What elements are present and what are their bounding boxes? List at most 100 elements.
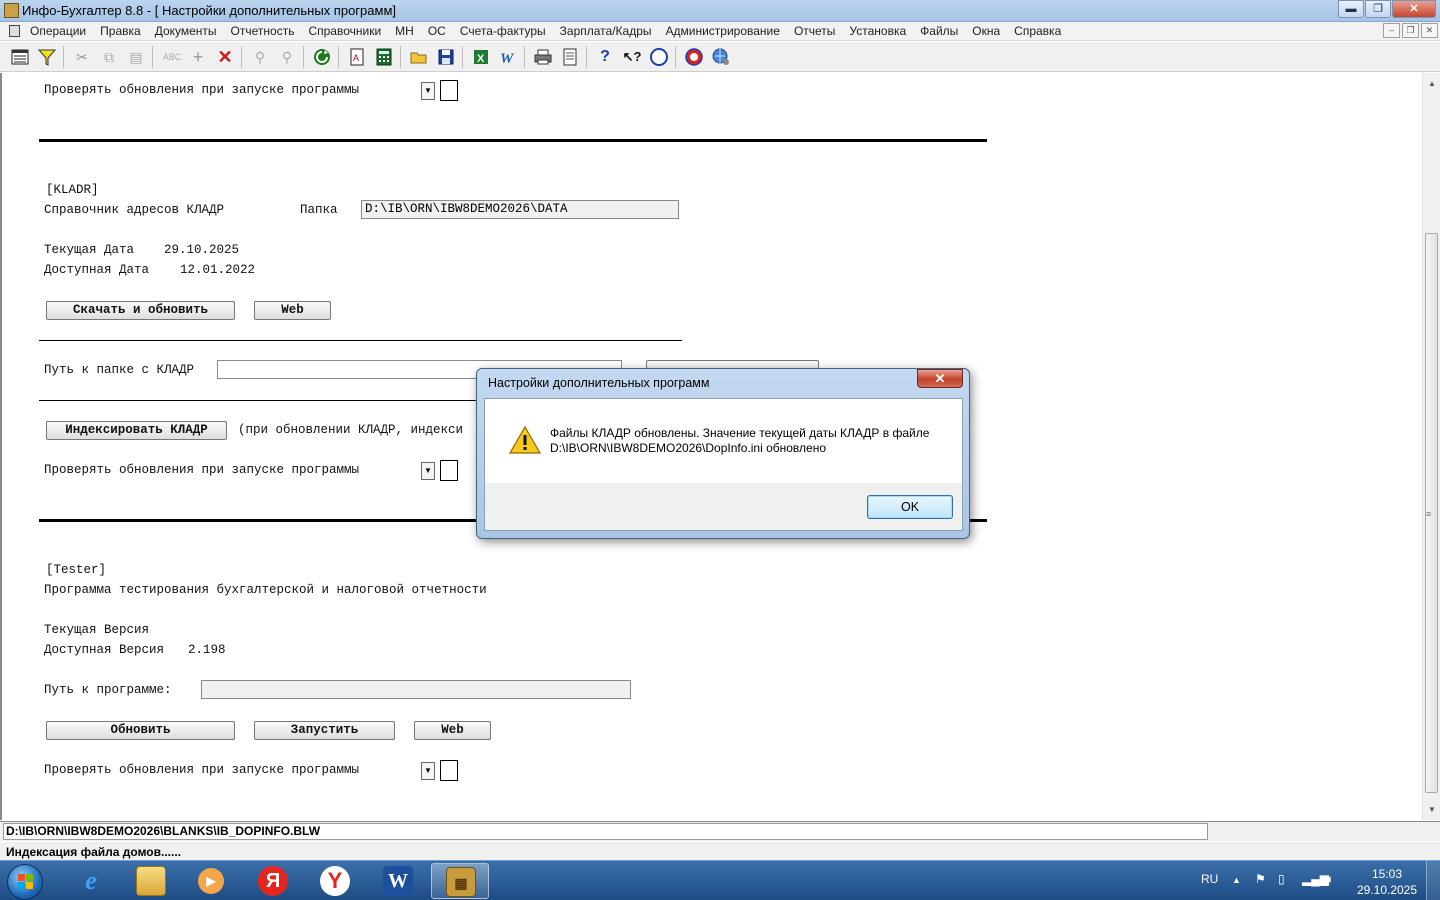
vertical-scrollbar[interactable]: ▲ ≡ ▼ [1422,73,1440,820]
paste-icon[interactable]: ▤ [126,47,146,67]
menu-invoices[interactable]: Счета-фактуры [460,24,546,38]
taskbar-media[interactable]: ▶ [182,863,240,899]
toolbar-separator [63,46,64,68]
tester-path-field[interactable] [201,680,631,699]
scroll-down-arrow-icon[interactable]: ▼ [1423,801,1440,818]
menu-edit[interactable]: Правка [100,24,141,38]
start-button[interactable] [7,864,43,900]
kladr-download-update-button[interactable]: Скачать и обновить [46,301,235,320]
toolbar-separator [524,46,525,68]
tester-check-dropdown[interactable]: ▼ [421,762,435,780]
toolbar-separator [400,46,401,68]
menu-windows[interactable]: Окна [972,24,1000,38]
maximize-button[interactable]: ❐ [1365,0,1391,18]
mdi-close-button[interactable]: ✕ [1421,23,1438,38]
cut-icon[interactable]: ✂ [72,47,92,67]
kladr-check-checkbox[interactable] [440,460,458,481]
network-signal-icon[interactable]: ▂▄▆ [1302,872,1329,886]
menu-reports[interactable]: Отчеты [794,24,835,38]
close-button[interactable]: ✕ [1392,0,1436,18]
kladr-index-button[interactable]: Индексировать КЛАДР [46,421,227,440]
globe-settings-icon[interactable] [711,47,731,67]
preview-icon[interactable] [560,47,580,67]
menu-setup[interactable]: Установка [849,24,906,38]
scroll-grip-icon: ≡ [1426,509,1432,519]
mdi-restore-button[interactable]: ❐ [1402,23,1419,38]
clock[interactable]: 15:03 29.10.2025 [1356,866,1418,898]
pin-multi-icon[interactable]: ⚲ [277,47,297,67]
refresh-icon[interactable] [312,47,332,67]
menu-reporting[interactable]: Отчетность [231,24,295,38]
add-icon[interactable]: + [188,47,208,67]
abc-icon[interactable]: ABC [162,47,182,67]
print-icon[interactable] [533,47,553,67]
menu-administration[interactable]: Администрирование [666,24,780,38]
abacus-icon: ▦ [446,867,476,897]
file-path-bar: D:\IB\ORN\IBW8DEMO2026\BLANKS\IB_DOPINFO… [0,821,1440,841]
kladr-index-note: (при обновлении КЛАДР, индекси [238,423,464,437]
menu-help[interactable]: Справка [1014,24,1061,38]
action-center-flag-icon[interactable]: ⚑ [1255,872,1266,886]
svg-text:X: X [477,53,485,65]
volume-icon[interactable]: 🔈︎ [1327,872,1334,887]
save-icon[interactable] [436,47,456,67]
tray-expand-icon[interactable]: ▲ [1232,875,1241,885]
word-icon[interactable]: W [498,47,518,67]
dialog-close-button[interactable]: ✕ [917,369,963,388]
taskbar-info-buhgalter[interactable]: ▦ [431,863,489,899]
toolbar-separator [241,46,242,68]
app-icon[interactable] [4,3,19,18]
taskbar-explorer[interactable] [122,863,180,899]
top-check-checkbox[interactable] [440,80,458,101]
show-desktop-button[interactable] [1426,861,1440,900]
kladr-current-date-label: Текущая Дата [44,243,135,257]
language-indicator[interactable]: RU [1201,872,1218,886]
filter-icon[interactable] [37,47,57,67]
excel-icon[interactable]: X [471,47,491,67]
tester-current-version-label: Текущая Версия [44,623,150,637]
context-help-icon[interactable]: ↖? [622,47,642,67]
ok-button[interactable]: OK [867,495,953,519]
tester-web-button[interactable]: Web [414,721,491,740]
kladr-folder-field[interactable]: D:\IB\ORN\IBW8DEMO2026\DATA [361,200,679,219]
toolbar-separator [586,46,587,68]
compass-icon[interactable] [649,47,669,67]
open-folder-icon[interactable] [409,47,429,67]
tester-check-label: Проверять обновления при запуске програм… [44,763,360,777]
document-system-icon[interactable] [9,25,20,37]
power-icon[interactable]: ▯ [1278,872,1285,886]
taskbar-word[interactable]: W [369,863,427,899]
menu-directories[interactable]: Справочники [308,24,381,38]
help-icon[interactable]: ? [595,47,615,67]
taskbar-yandex[interactable]: Я [244,863,302,899]
menu-salary[interactable]: Зарплата/Кадры [560,24,652,38]
taskbar: e ▶ Я Y W ▦ RU ▲ ⚑ ▯ ▂▄▆ 🔈︎ 15:03 29.10.… [0,860,1440,900]
clock-date: 29.10.2025 [1356,883,1418,897]
menu-documents[interactable]: Документы [155,24,217,38]
mdi-minimize-button[interactable]: – [1383,23,1400,38]
minimize-button[interactable]: ▬ [1338,0,1364,18]
menu-os[interactable]: ОС [428,24,446,38]
menu-mn[interactable]: МН [395,24,414,38]
menu-operations[interactable]: Операции [30,24,86,38]
dialog-body: Файлы КЛАДР обновлены. Значение текущей … [484,398,963,531]
taskbar-ie[interactable]: e [62,863,120,899]
delete-icon[interactable]: ✕ [215,47,235,67]
report-icon[interactable]: A [347,47,367,67]
kladr-check-dropdown[interactable]: ▼ [421,462,435,480]
journal-icon[interactable] [10,47,30,67]
calculator-icon[interactable] [374,47,394,67]
tester-update-button[interactable]: Обновить [46,721,235,740]
file-path: D:\IB\ORN\IBW8DEMO2026\BLANKS\IB_DOPINFO… [3,823,1208,840]
copy-icon[interactable]: ⧉ [99,47,119,67]
toolbar-separator [675,46,676,68]
tester-run-button[interactable]: Запустить [254,721,395,740]
support-icon[interactable] [684,47,704,67]
taskbar-yandex-browser[interactable]: Y [306,863,364,899]
scroll-up-arrow-icon[interactable]: ▲ [1423,75,1440,92]
top-check-dropdown[interactable]: ▼ [421,82,435,100]
pin-icon[interactable]: ⚲ [250,47,270,67]
menu-files[interactable]: Файлы [920,24,958,38]
kladr-web-button[interactable]: Web [254,301,331,320]
tester-check-checkbox[interactable] [440,760,458,781]
